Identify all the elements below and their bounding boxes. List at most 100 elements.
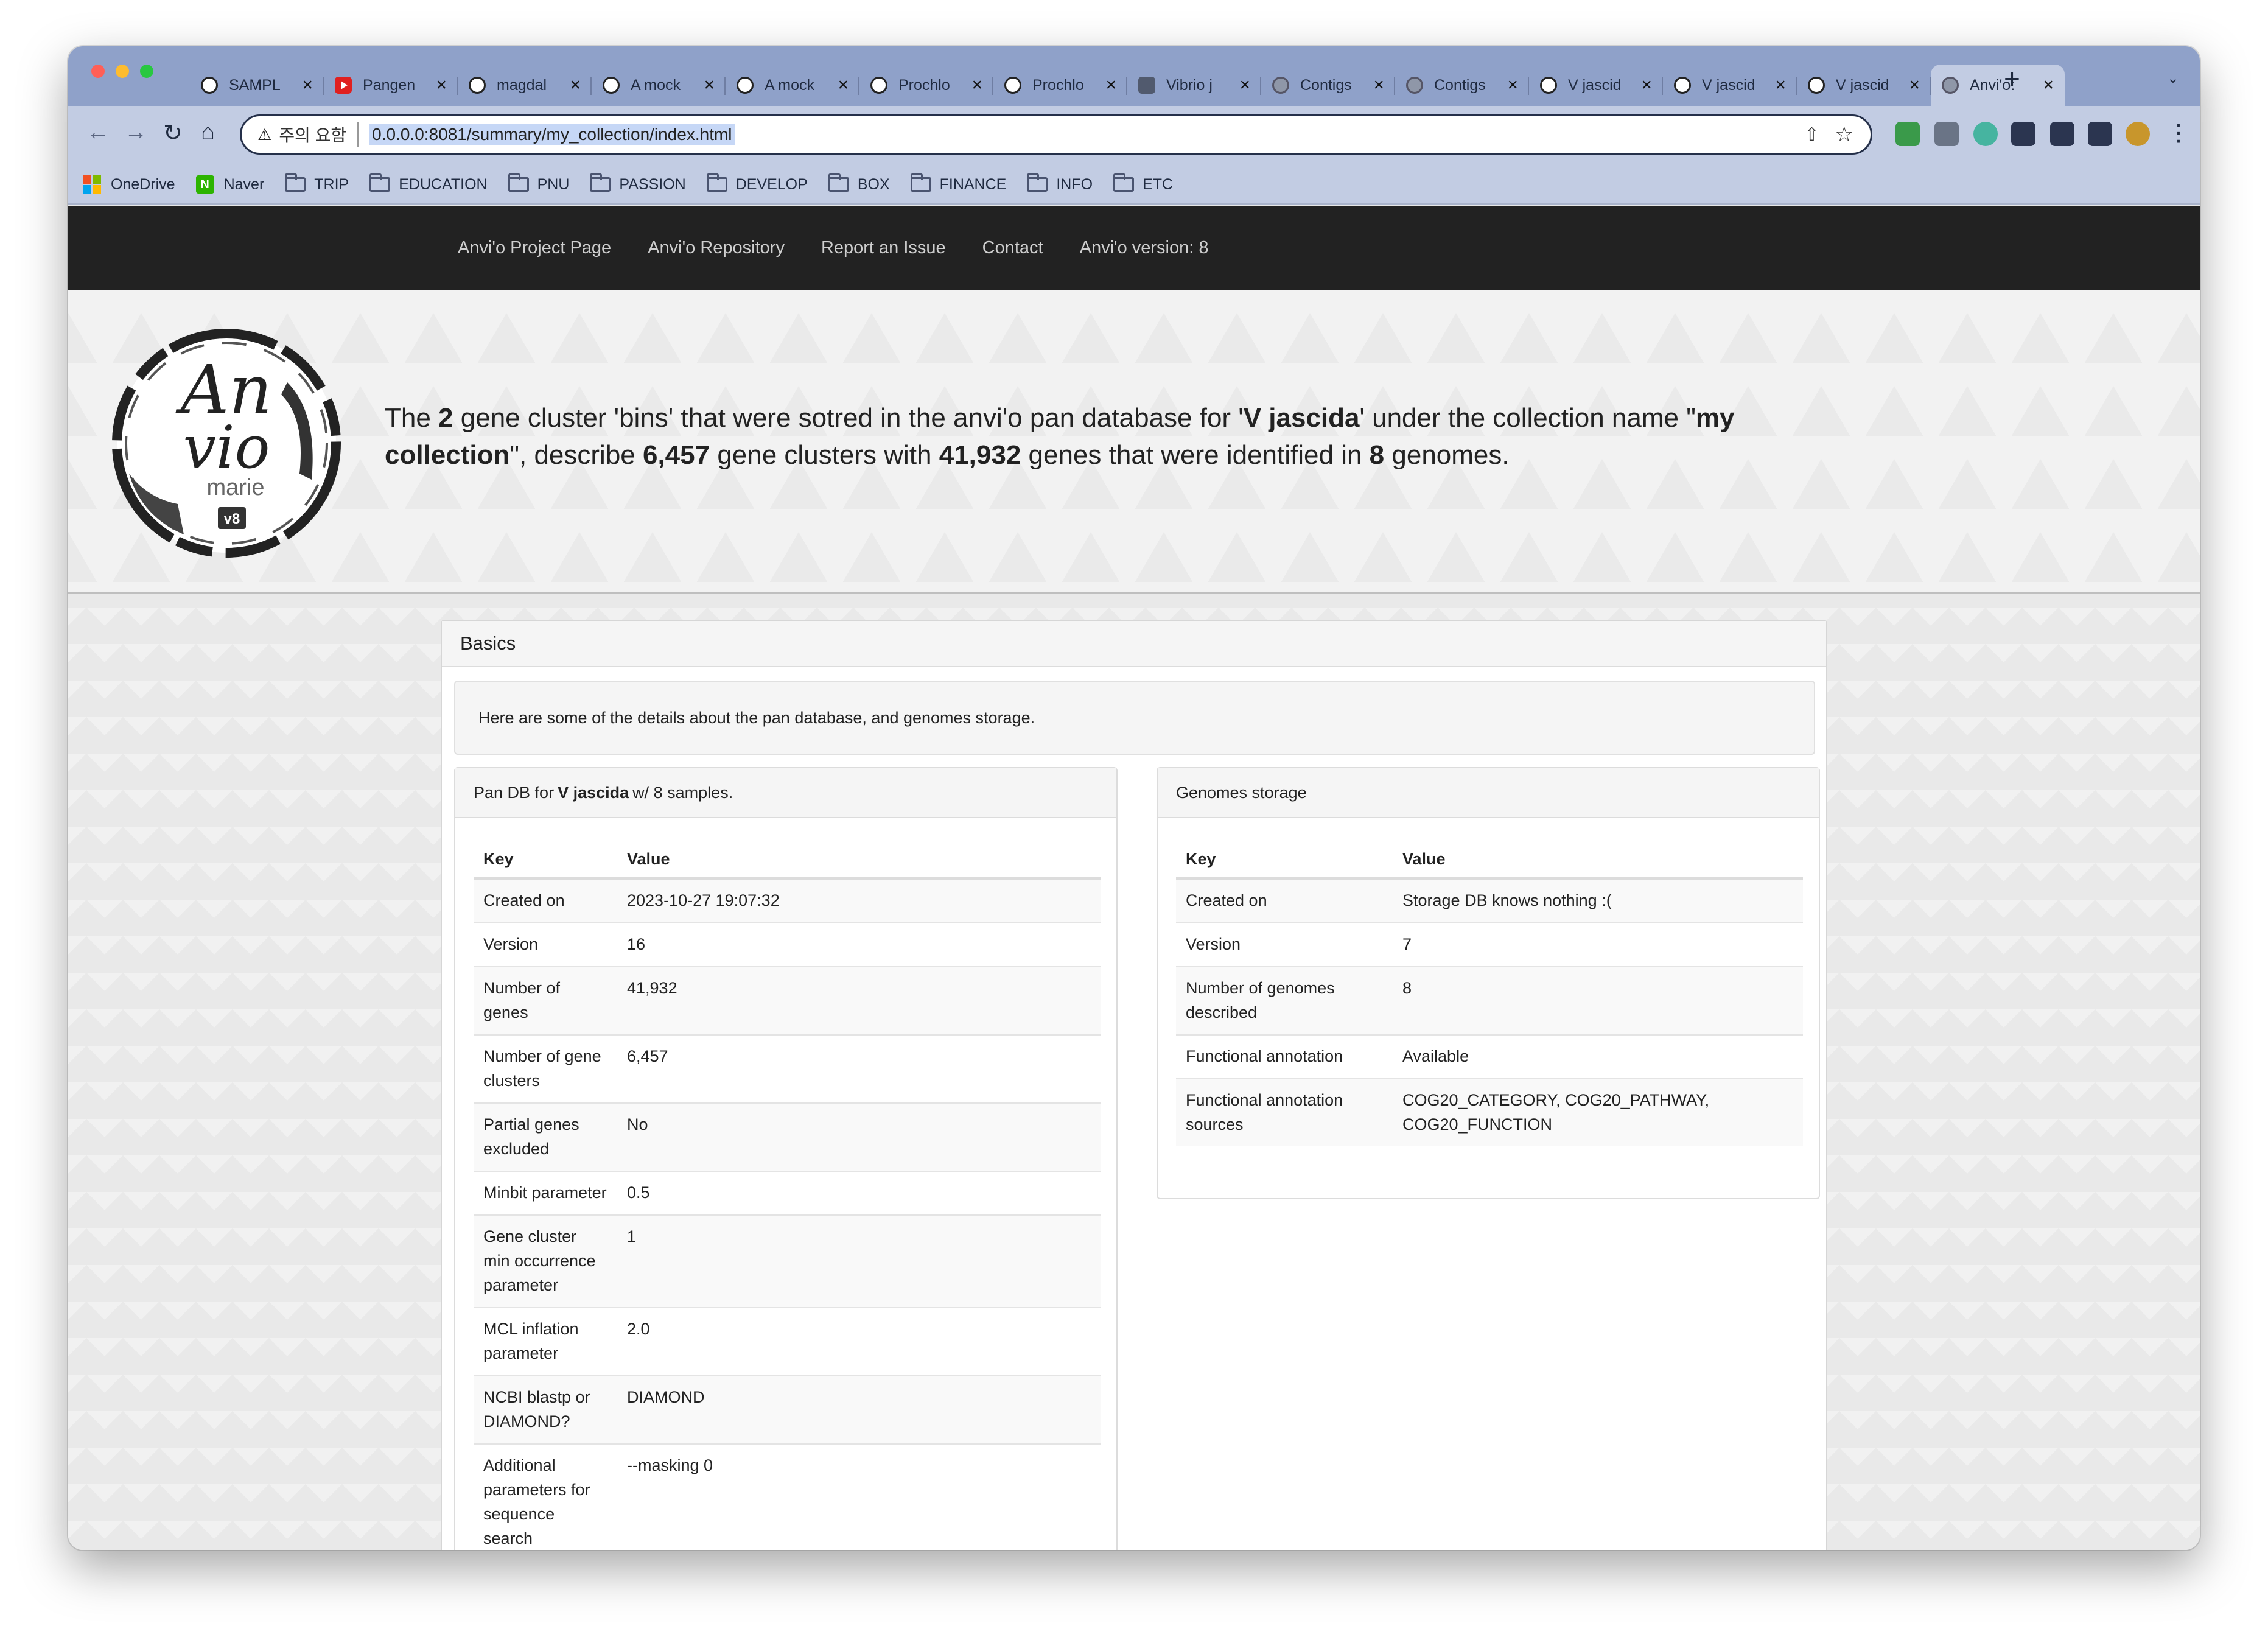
close-tab-icon[interactable]: × — [1373, 75, 1384, 96]
navbar-link[interactable]: Report an Issue — [821, 238, 946, 258]
bookmark-item[interactable]: PNU — [508, 173, 570, 194]
top-navbar: Anvi'o Project Page Anvi'o Repository Repo… — [68, 206, 2200, 290]
genomes-storage-table: Key Value Created on Storage DB knows not… — [1176, 836, 1803, 1146]
bookmark-label: PASSION — [619, 175, 686, 193]
navbar-link[interactable]: Contact — [982, 238, 1043, 258]
browser-tab[interactable]: Anvi'o: × — [1931, 65, 2065, 106]
reload-icon[interactable]: ↻ — [163, 119, 183, 147]
table-row: Partial genes excluded No — [474, 1102, 1101, 1171]
warning-icon[interactable]: ⚠ — [257, 125, 271, 144]
close-tab-icon[interactable]: × — [1507, 75, 1518, 96]
column-header-value: Value — [617, 836, 1101, 880]
bookmark-item[interactable]: BOX — [828, 173, 890, 194]
avatar[interactable] — [2126, 122, 2150, 146]
bookmark-item[interactable]: PASSION — [590, 173, 686, 194]
minimize-window-button[interactable] — [116, 65, 129, 78]
row-key: NCBI blastp or DIAMOND? — [474, 1375, 617, 1444]
browser-tab[interactable]: A mock × — [726, 65, 859, 106]
folder-icon — [1113, 173, 1135, 192]
globe-icon — [1272, 77, 1289, 94]
navbar-link[interactable]: Anvi'o Repository — [648, 238, 785, 258]
bookmark-item[interactable]: INFO — [1027, 173, 1093, 194]
close-tab-icon[interactable]: × — [971, 75, 982, 96]
browser-tab[interactable]: A mock × — [592, 65, 726, 106]
close-tab-icon[interactable]: × — [2043, 75, 2054, 96]
row-key: Functional annotation sources — [1176, 1078, 1393, 1146]
side-panel-icon[interactable] — [2088, 122, 2112, 146]
folder-icon — [706, 173, 727, 192]
row-value: No — [617, 1102, 1101, 1171]
url-text[interactable]: 0.0.0.0:8081/summary/my_collection/index… — [369, 124, 735, 145]
close-tab-icon[interactable]: × — [838, 75, 849, 96]
browser-tab[interactable]: Prochlo × — [993, 65, 1127, 106]
logo-version-badge: v8 — [224, 511, 240, 527]
close-tab-icon[interactable]: × — [1909, 75, 1920, 96]
close-tab-icon[interactable]: × — [704, 75, 715, 96]
tab-search-icon[interactable]: ⌄ — [2167, 69, 2179, 87]
browser-tab[interactable]: Prochlo × — [859, 65, 993, 106]
close-tab-icon[interactable]: × — [570, 75, 581, 96]
close-window-button[interactable] — [91, 65, 105, 78]
browser-window: SAMPL × Pangen × magdal × A mock × A mock × Prochl… — [68, 46, 2200, 1550]
row-value: 41,932 — [617, 966, 1101, 1035]
folder-icon — [369, 173, 391, 192]
close-tab-icon[interactable]: × — [1641, 75, 1652, 96]
bookmark-item[interactable]: TRIP — [285, 173, 349, 194]
extension-icon[interactable] — [1895, 122, 1920, 146]
close-tab-icon[interactable]: × — [302, 75, 313, 96]
new-tab-button[interactable]: + — [2004, 62, 2020, 95]
browser-tab[interactable]: V jascid × — [1797, 65, 1931, 106]
extension-icon[interactable] — [1973, 122, 1998, 146]
share-icon[interactable]: ⇧ — [1804, 124, 1819, 145]
home-icon[interactable]: ⌂ — [201, 119, 215, 145]
basics-description: Here are some of the details about the p… — [454, 681, 1815, 755]
browser-tab[interactable]: Pangen × — [324, 65, 458, 106]
table-row: NCBI blastp or DIAMOND? DIAMOND — [474, 1375, 1101, 1444]
close-tab-icon[interactable]: × — [1775, 75, 1786, 96]
bookmark-item[interactable]: N Naver — [195, 175, 264, 194]
tab-label: Vibrio j — [1166, 76, 1213, 94]
bookmark-item[interactable]: EDUCATION — [369, 173, 488, 194]
row-value: 6,457 — [617, 1034, 1101, 1103]
back-icon[interactable]: ← — [86, 119, 110, 145]
browser-tab[interactable]: Contigs × — [1261, 65, 1395, 106]
bookmark-star-icon[interactable]: ☆ — [1835, 122, 1853, 147]
browser-tab[interactable]: Contigs × — [1395, 65, 1529, 106]
forward-icon[interactable]: → — [124, 119, 147, 145]
download-icon[interactable] — [1934, 122, 1959, 146]
row-key: Gene cluster min occurrence parameter — [474, 1214, 617, 1308]
zoom-window-button[interactable] — [140, 65, 153, 78]
row-value: 1 — [617, 1214, 1101, 1308]
microsoft-icon — [83, 175, 101, 194]
close-tab-icon[interactable]: × — [1239, 75, 1250, 96]
address-bar[interactable]: ⚠ 주의 요함 0.0.0.0:8081/summary/my_collecti… — [240, 114, 1872, 155]
row-value: 2023-10-27 19:07:32 — [617, 878, 1101, 923]
bookmark-label: PNU — [537, 175, 570, 193]
browser-tab[interactable]: Vibrio j × — [1127, 65, 1261, 106]
security-label[interactable]: 주의 요함 — [279, 122, 359, 147]
navbar-link[interactable]: Anvi'o version: 8 — [1080, 238, 1209, 258]
bookmark-item[interactable]: ETC — [1113, 173, 1174, 194]
bookmark-item[interactable]: FINANCE — [910, 173, 1006, 194]
page-content: Anvi'o Project Page Anvi'o Repository Repo… — [68, 206, 2200, 1550]
puzzle-icon[interactable] — [2011, 122, 2035, 146]
table-row: Version 7 — [1176, 922, 1803, 967]
browser-tab[interactable]: V jascid × — [1663, 65, 1797, 106]
row-key: Partial genes excluded — [474, 1102, 617, 1171]
close-tab-icon[interactable]: × — [1105, 75, 1116, 96]
reading-list-icon[interactable] — [2050, 122, 2074, 146]
tab-label: Contigs — [1300, 76, 1352, 94]
browser-tab[interactable]: V jascid × — [1529, 65, 1663, 106]
youtube-icon — [335, 77, 352, 94]
browser-tab[interactable]: magdal × — [458, 65, 592, 106]
more-menu-icon[interactable]: ⋮ — [2167, 119, 2190, 147]
browser-tab[interactable]: SAMPL × — [190, 65, 324, 106]
bookmark-label: ETC — [1143, 175, 1174, 193]
navbar-link[interactable]: Anvi'o Project Page — [458, 238, 611, 258]
genomes-storage-heading: Genomes storage — [1158, 768, 1819, 818]
bookmark-item[interactable]: OneDrive — [83, 175, 175, 194]
tab-label: V jascid — [1836, 76, 1889, 94]
bookmark-item[interactable]: DEVELOP — [706, 173, 808, 194]
globe-icon — [1942, 77, 1959, 94]
close-tab-icon[interactable]: × — [436, 75, 447, 96]
